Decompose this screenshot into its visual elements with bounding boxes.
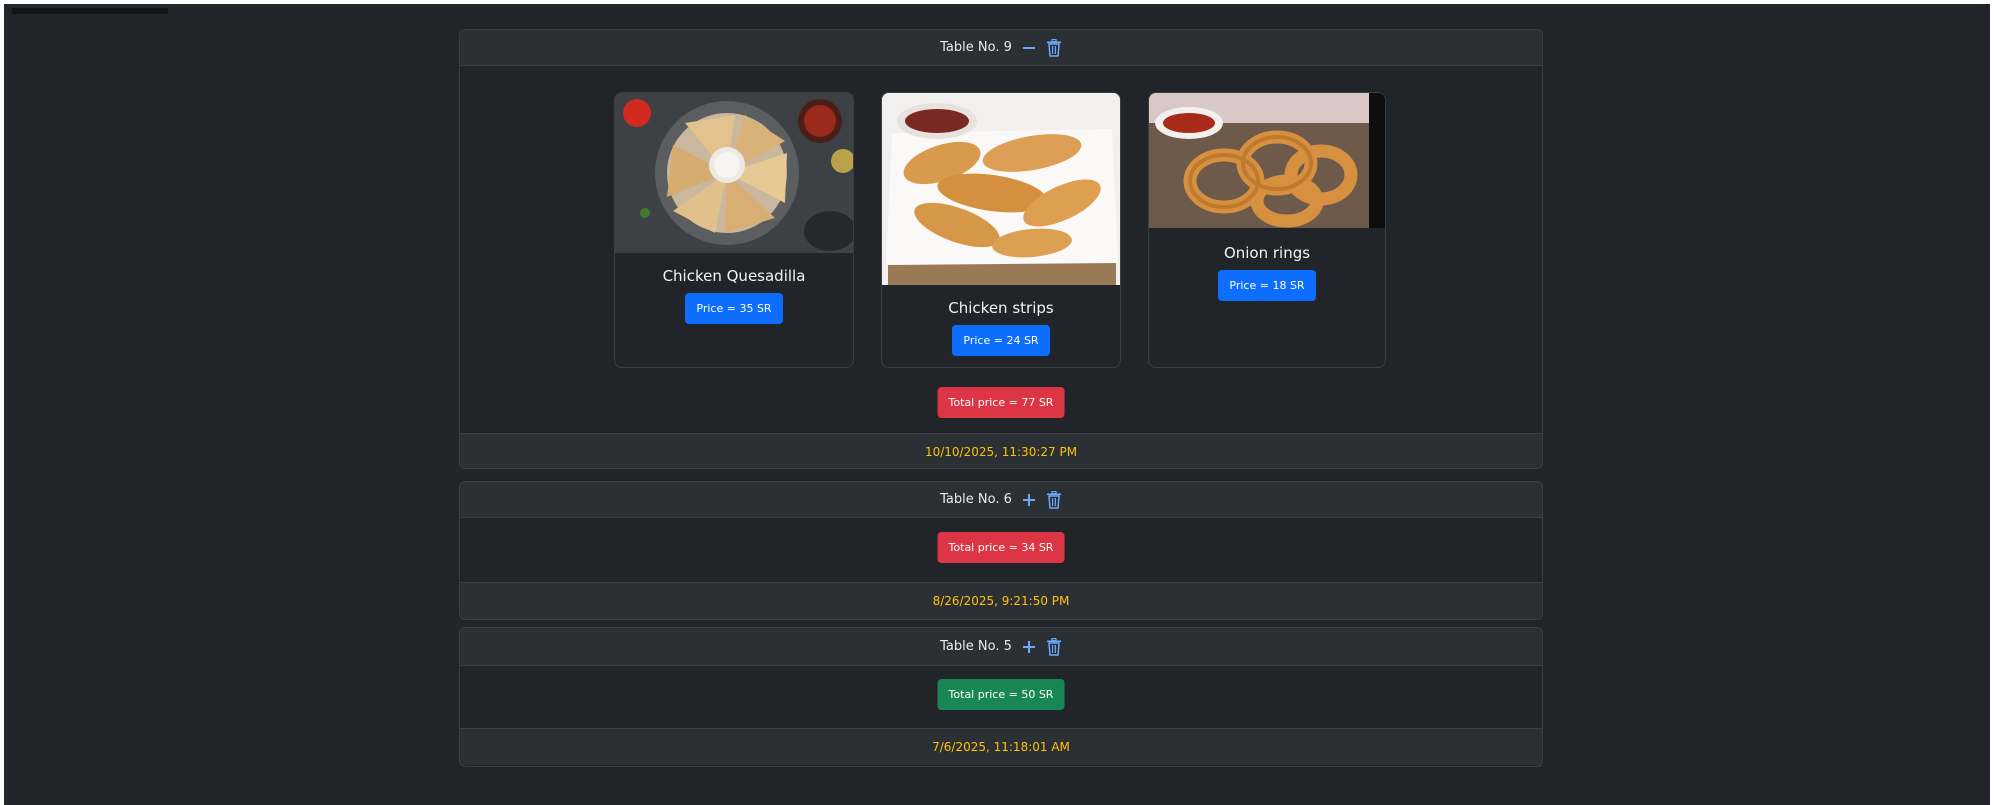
menu-item-card: Chicken strips Price = 24 SR	[881, 92, 1121, 368]
table-number: Table No. 5	[940, 639, 1012, 654]
trash-icon[interactable]	[1046, 38, 1062, 57]
item-name: Onion rings	[1223, 244, 1311, 262]
order-header: Table No. 6	[460, 482, 1542, 518]
order-body: Total price = 50 SR	[460, 666, 1542, 728]
total-price-badge: Total price = 77 SR	[937, 387, 1065, 418]
trash-icon[interactable]	[1046, 490, 1062, 509]
plus-icon[interactable]	[1020, 491, 1038, 509]
order-timestamp: 10/10/2025, 11:30:27 PM	[460, 433, 1542, 468]
order-card-table-5: Table No. 5 Total price = 50 SR 7/6/2025…	[459, 627, 1543, 767]
order-body: Total price = 34 SR	[460, 518, 1542, 582]
order-header: Table No. 5	[460, 628, 1542, 666]
price-button[interactable]: Price = 35 SR	[685, 293, 783, 324]
item-list: Chicken Quesadilla Price = 35 SR Chicken…	[460, 92, 1542, 368]
menu-item-card: Chicken Quesadilla Price = 35 SR	[614, 92, 854, 368]
item-name: Chicken strips	[948, 299, 1054, 317]
chicken-strips-photo	[882, 93, 1120, 285]
order-timestamp: 7/6/2025, 11:18:01 AM	[460, 728, 1542, 765]
order-timestamp: 8/26/2025, 9:21:50 PM	[460, 582, 1542, 619]
item-name: Chicken Quesadilla	[662, 267, 806, 285]
table-number: Table No. 9	[940, 40, 1012, 55]
orders-page: Table No. 9 Chicken Quesadilla Price = 3…	[4, 4, 1990, 805]
plus-icon[interactable]	[1020, 638, 1038, 656]
price-button[interactable]: Price = 18 SR	[1218, 270, 1316, 301]
top-bar	[12, 8, 168, 14]
onion-rings-photo	[1149, 93, 1385, 228]
quesadilla-photo	[615, 93, 853, 253]
menu-item-card: Onion rings Price = 18 SR	[1148, 92, 1386, 368]
order-card-table-9: Table No. 9 Chicken Quesadilla Price = 3…	[459, 29, 1543, 469]
table-number: Table No. 6	[940, 492, 1012, 507]
total-price-badge: Total price = 50 SR	[937, 679, 1065, 710]
total-price-badge: Total price = 34 SR	[937, 532, 1065, 563]
order-card-table-6: Table No. 6 Total price = 34 SR 8/26/202…	[459, 481, 1543, 620]
price-button[interactable]: Price = 24 SR	[952, 325, 1050, 356]
trash-icon[interactable]	[1046, 637, 1062, 656]
order-header: Table No. 9	[460, 30, 1542, 66]
order-body: Chicken Quesadilla Price = 35 SR Chicken…	[460, 66, 1542, 433]
minus-icon[interactable]	[1020, 39, 1038, 57]
